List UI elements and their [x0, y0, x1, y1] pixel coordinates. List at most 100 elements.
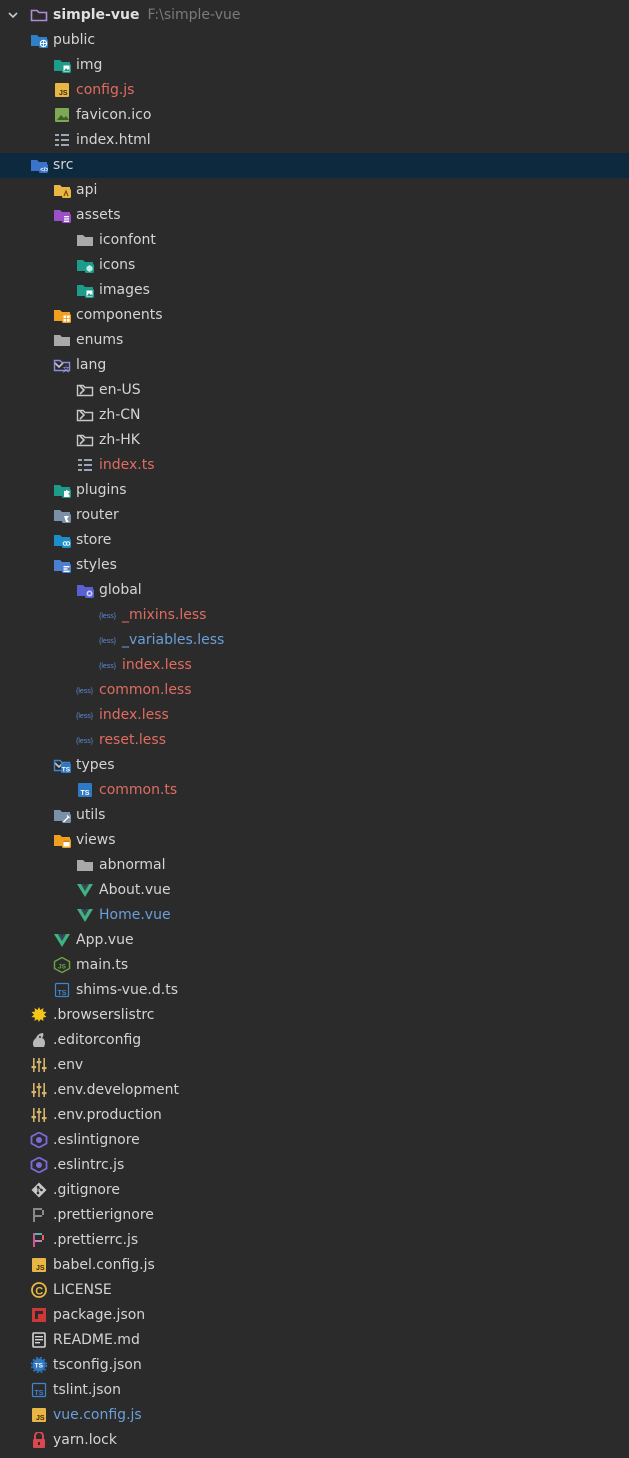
tree-row-env-production[interactable]: .env.production: [0, 1103, 629, 1128]
tree-row-shims-vue-d-ts[interactable]: TS shims-vue.d.ts: [0, 978, 629, 1003]
tree-row-mixins-less[interactable]: {less} _mixins.less: [0, 603, 629, 628]
tree-row-eslintrc-js[interactable]: .eslintrc.js: [0, 1153, 629, 1178]
tree-row-prettierignore[interactable]: .prettierignore: [0, 1203, 629, 1228]
svg-text:TS: TS: [35, 1363, 44, 1370]
tree-item-label: .env: [53, 1057, 84, 1073]
tree-row-config-js[interactable]: JS config.js: [0, 78, 629, 103]
tree-row-utils[interactable]: utils: [0, 803, 629, 828]
tree-row-zh-cn[interactable]: zh-CN: [0, 403, 629, 428]
tree-row-simple-vue[interactable]: simple-vue F:\simple-vue: [0, 3, 629, 28]
tree-row-babel-config-js[interactable]: JS babel.config.js: [0, 1253, 629, 1278]
tree-row-reset-less[interactable]: {less} reset.less: [0, 728, 629, 753]
source-folder-icon: </>: [30, 157, 49, 174]
tree-row-index-less[interactable]: {less} index.less: [0, 703, 629, 728]
tree-row-prettierrc-js[interactable]: .prettierrc.js: [0, 1228, 629, 1253]
tree-item-label: enums: [76, 332, 124, 348]
tree-row-iconfont[interactable]: iconfont: [0, 228, 629, 253]
tree-row-api[interactable]: api: [0, 178, 629, 203]
tree-row-readme-md[interactable]: README.md: [0, 1328, 629, 1353]
types-folder-icon: TS: [53, 757, 71, 773]
tree-row-images[interactable]: images: [0, 278, 629, 303]
svg-text:{less}: {less}: [76, 688, 94, 695]
tree-row-lang[interactable]: 文 lang: [0, 353, 629, 378]
tree-row-eslintignore[interactable]: .eslintignore: [0, 1128, 629, 1153]
tree-item-label: App.vue: [76, 932, 134, 948]
tree-item-label: tslint.json: [53, 1382, 121, 1398]
env-file-icon: [30, 1057, 48, 1073]
tree-row-enums[interactable]: enums: [0, 328, 629, 353]
tree-row-store[interactable]: store: [0, 528, 629, 553]
tree-row-tslint-json[interactable]: TS tslint.json: [0, 1378, 629, 1403]
tree-row-img[interactable]: img: [0, 53, 629, 78]
html-file-icon: [53, 132, 71, 148]
global-folder-icon: [76, 582, 94, 598]
tree-row-abnormal[interactable]: abnormal: [0, 853, 629, 878]
tree-row-global[interactable]: global: [0, 578, 629, 603]
tree-row-editorconfig[interactable]: .editorconfig: [0, 1028, 629, 1053]
tree-row-zh-hk[interactable]: zh-HK: [0, 428, 629, 453]
tree-item-label: icons: [99, 257, 136, 273]
tree-row-en-us[interactable]: en-US: [0, 378, 629, 403]
tree-item-label: .gitignore: [53, 1182, 120, 1198]
svg-text:{less}: {less}: [76, 738, 94, 745]
folder-icon: [53, 332, 71, 348]
tree-item-label: README.md: [53, 1332, 140, 1348]
tree-row-about-vue[interactable]: About.vue: [0, 878, 629, 903]
tree-item-label: package.json: [53, 1307, 146, 1323]
svg-text:{less}: {less}: [99, 638, 117, 645]
chevron-down-icon[interactable]: [6, 8, 20, 22]
svg-text:{less}: {less}: [76, 713, 94, 720]
folder-icon: [76, 232, 94, 248]
tree-row-favicon-ico[interactable]: favicon.ico: [0, 103, 629, 128]
tree-item-label: babel.config.js: [53, 1257, 155, 1273]
tree-item-label: zh-CN: [99, 407, 141, 423]
tree-row-router[interactable]: router: [0, 503, 629, 528]
prettier-ignore-file-icon: [30, 1207, 48, 1223]
api-folder-icon: [53, 182, 71, 198]
svg-text:文: 文: [63, 365, 70, 374]
tree-row-env[interactable]: .env: [0, 1053, 629, 1078]
tree-row-common-less[interactable]: {less} common.less: [0, 678, 629, 703]
project-path: F:\simple-vue: [147, 7, 241, 23]
tree-row-common-ts[interactable]: TS common.ts: [0, 778, 629, 803]
tree-row-styles[interactable]: styles: [0, 553, 629, 578]
tree-row-package-json[interactable]: package.json: [0, 1303, 629, 1328]
tree-row-index-less[interactable]: {less} index.less: [0, 653, 629, 678]
tree-item-label: vue.config.js: [53, 1407, 142, 1423]
tree-row-icons[interactable]: icons: [0, 253, 629, 278]
tree-row-src[interactable]: </> src: [0, 153, 629, 178]
tree-row-app-vue[interactable]: App.vue: [0, 928, 629, 953]
editorconfig-file-icon: [30, 1032, 48, 1048]
tree-row-home-vue[interactable]: Home.vue: [0, 903, 629, 928]
tree-row-views[interactable]: views: [0, 828, 629, 853]
tree-row-gitignore[interactable]: .gitignore: [0, 1178, 629, 1203]
tree-row-assets[interactable]: assets: [0, 203, 629, 228]
tree-row-main-ts[interactable]: JS main.ts: [0, 953, 629, 978]
tree-row-index-html[interactable]: index.html: [0, 128, 629, 153]
tree-row-browserslistrc[interactable]: .browserslistrc: [0, 1003, 629, 1028]
components-folder-icon: [53, 307, 71, 323]
assets-folder-icon: [53, 207, 71, 223]
ts-filled-file-icon: TS: [76, 782, 94, 798]
tree-item-label: .prettierrc.js: [53, 1232, 139, 1248]
tree-row-tsconfig-json[interactable]: TS tsconfig.json: [0, 1353, 629, 1378]
plugins-folder-icon: [53, 482, 71, 498]
tree-row-plugins[interactable]: plugins: [0, 478, 629, 503]
tree-item-label: config.js: [76, 82, 135, 98]
tree-item-label: assets: [76, 207, 121, 223]
tree-row-variables-less[interactable]: {less} _variables.less: [0, 628, 629, 653]
js-file-icon: JS: [53, 82, 71, 98]
svg-text:{less}: {less}: [99, 663, 117, 670]
tree-row-components[interactable]: components: [0, 303, 629, 328]
js-file-icon: JS: [30, 1407, 48, 1423]
tree-row-env-development[interactable]: .env.development: [0, 1078, 629, 1103]
tree-row-index-ts[interactable]: index.ts: [0, 453, 629, 478]
tree-row-vue-config-js[interactable]: JS vue.config.js: [0, 1403, 629, 1428]
tsconfig-file-icon: TS: [30, 1356, 48, 1374]
tree-row-yarn-lock[interactable]: yarn.lock: [0, 1428, 629, 1453]
tree-item-label: Home.vue: [99, 907, 171, 923]
tree-row-public[interactable]: public: [0, 28, 629, 53]
tree-row-types[interactable]: TS types: [0, 753, 629, 778]
image-folder-icon: [53, 57, 71, 73]
tree-row-license[interactable]: C LICENSE: [0, 1278, 629, 1303]
